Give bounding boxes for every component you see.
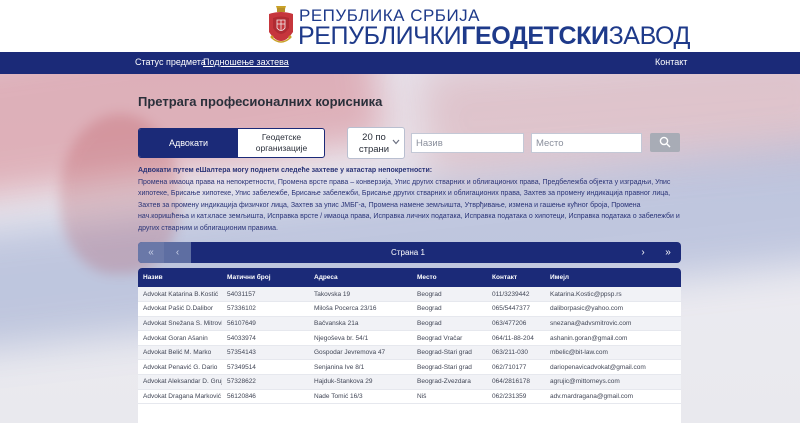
place-search-input[interactable] [531,133,642,153]
cell-name: Advokat Penavić G. Dario [138,359,222,376]
cell-place: Beograd-Zvezdara [412,374,487,390]
cell-email: daliborpasic@yahoo.com [545,301,681,317]
cell-place: Beograd [412,287,487,303]
col-header-contact[interactable]: Контакт [487,268,545,287]
cell-contact: 062/710177 [487,359,545,376]
site-header: РЕПУБЛИКА СРБИЈА РЕПУБЛИЧКИГЕОДЕТСКИЗАВО… [0,0,800,52]
cell-place: Beograd [412,316,487,332]
cell-registration-number: 56120846 [222,389,309,405]
search-button[interactable] [650,133,680,152]
table-row[interactable]: Advokat Goran Ašanin 54033974 Njegoševa … [138,330,681,346]
cell-registration-number: 57328622 [222,374,309,390]
table-row[interactable]: Advokat Penavić G. Dario 57349514 Senjan… [138,359,681,376]
nav-item-case-status[interactable]: Статус предмета [135,57,206,67]
cell-address: Njegoševa br. 54/1 [309,330,412,346]
cell-registration-number: 54031157 [222,287,309,303]
col-header-place[interactable]: Место [412,268,487,287]
previous-page-button[interactable]: ‹ [164,242,191,263]
col-header-registration-number[interactable]: Матични број [222,268,309,287]
header-title-line2: РЕПУБЛИЧКИГЕОДЕТСКИЗАВОД [298,22,690,51]
cell-registration-number: 54033974 [222,330,309,346]
cell-contact: 063/477206 [487,316,545,332]
page-indicator: Страна 1 [391,248,425,257]
col-header-address[interactable]: Адреса [309,268,412,287]
cell-contact: 063/211-030 [487,345,545,361]
next-page-button[interactable]: › [631,242,655,263]
serbia-coat-of-arms-icon [269,6,293,43]
cell-email: snezana@advsmitrovic.com [545,316,681,332]
last-page-button[interactable]: » [655,242,681,263]
cell-place: Beograd [412,301,487,317]
cell-contact: 064/11-88-204 [487,330,545,346]
page-title: Претрага професионалних корисника [138,94,383,109]
search-icon [659,136,671,148]
cell-registration-number: 57349514 [222,359,309,376]
info-text: Промена имаоца права на непокретности, П… [138,179,680,232]
cell-registration-number: 56107649 [222,316,309,332]
table-row[interactable]: Advokat Belić M. Marko 57354143 Gospodar… [138,345,681,361]
cell-email: adv.mardragana@gmail.com [545,389,681,405]
table-row[interactable]: Advokat Snežana S. Mitrović 56107649 Bač… [138,316,681,332]
main-nav: Статус предмета Подношење захтева Контак… [0,52,800,74]
cell-registration-number: 57354143 [222,345,309,361]
cell-name: Advokat Pašić D.Dalibor [138,301,222,317]
cell-place: Beograd Vračar [412,330,487,346]
col-header-name[interactable]: Назив [138,268,222,287]
cell-place: Beograd-Stari grad [412,359,487,376]
cell-email: ashanin.goran@gmail.com [545,330,681,346]
nav-item-submit-request[interactable]: Подношење захтева [203,57,289,67]
header-word-geodetski: ГЕОДЕТСКИ [461,22,609,50]
first-page-button[interactable]: « [138,242,164,263]
info-title: Адвокати путем еШалтера могу поднети сле… [138,167,433,174]
cell-address: Takovska 19 [309,287,412,303]
table-header-row: Назив Матични број Адреса Место Контакт … [138,268,681,287]
results-table-container: Назив Матични број Адреса Место Контакт … [138,268,681,423]
cell-address: Hajduk-Stankova 29 [309,374,412,390]
table-row[interactable]: Advokat Aleksandar D. Grujić 57328622 Ha… [138,374,681,390]
pagination-bar: « ‹ Страна 1 › » [138,242,681,263]
per-page-select[interactable]: 20 по страни [347,127,405,159]
chevron-down-icon [392,139,400,145]
cell-address: Miloša Pocerca 23/16 [309,301,412,317]
table-row[interactable]: Advokat Dragana Marković 56120846 Nade T… [138,389,681,405]
table-row[interactable]: Advokat Pašić D.Dalibor 57336102 Miloša … [138,301,681,317]
cell-address: Senjanina Ive 8/1 [309,359,412,376]
cell-name: Advokat Belić M. Marko [138,345,222,361]
cell-email: agrujic@mittorneys.com [545,374,681,390]
cell-address: Gospodar Jevremova 47 [309,345,412,361]
cell-place: Niš [412,389,487,405]
cell-name: Advokat Katarina B.Kostić [138,287,222,303]
cell-name: Advokat Snežana S. Mitrović [138,316,222,332]
toggle-geodetic-organizations[interactable]: Геодетске организације [238,129,324,157]
cell-place: Beograd-Stari grad [412,345,487,361]
cell-email: Katarina.Kostic@ppsp.rs [545,287,681,303]
name-search-input[interactable] [411,133,524,153]
cell-contact: 062/231359 [487,389,545,405]
header-word-zavod: ЗАВОД [608,22,691,50]
cell-address: Bačvanska 21a [309,316,412,332]
per-page-value: 20 по страни [358,132,390,155]
header-word-republicki: РЕПУБЛИЧКИ [298,22,462,50]
cell-name: Advokat Aleksandar D. Grujić [138,374,222,390]
cell-email: dariopenavicadvokat@gmail.com [545,359,681,376]
cell-name: Advokat Dragana Marković [138,389,222,405]
cell-contact: 064/2816178 [487,374,545,390]
cell-contact: 011/3239442 [487,287,545,303]
cell-email: mbelic@bit-law.com [545,345,681,361]
toggle-lawyers[interactable]: Адвокати [139,129,238,157]
table-row[interactable]: Advokat Katarina B.Kostić 54031157 Takov… [138,287,681,303]
cell-name: Advokat Goran Ašanin [138,330,222,346]
nav-item-contact[interactable]: Контакт [655,57,687,67]
cell-contact: 065/5447377 [487,301,545,317]
col-header-email[interactable]: Имејл [545,268,681,287]
cell-registration-number: 57336102 [222,301,309,317]
cell-address: Nade Tomić 16/3 [309,389,412,405]
results-table: Назив Матични број Адреса Место Контакт … [138,268,681,405]
user-type-toggle: Адвокати Геодетске организације [138,128,325,158]
